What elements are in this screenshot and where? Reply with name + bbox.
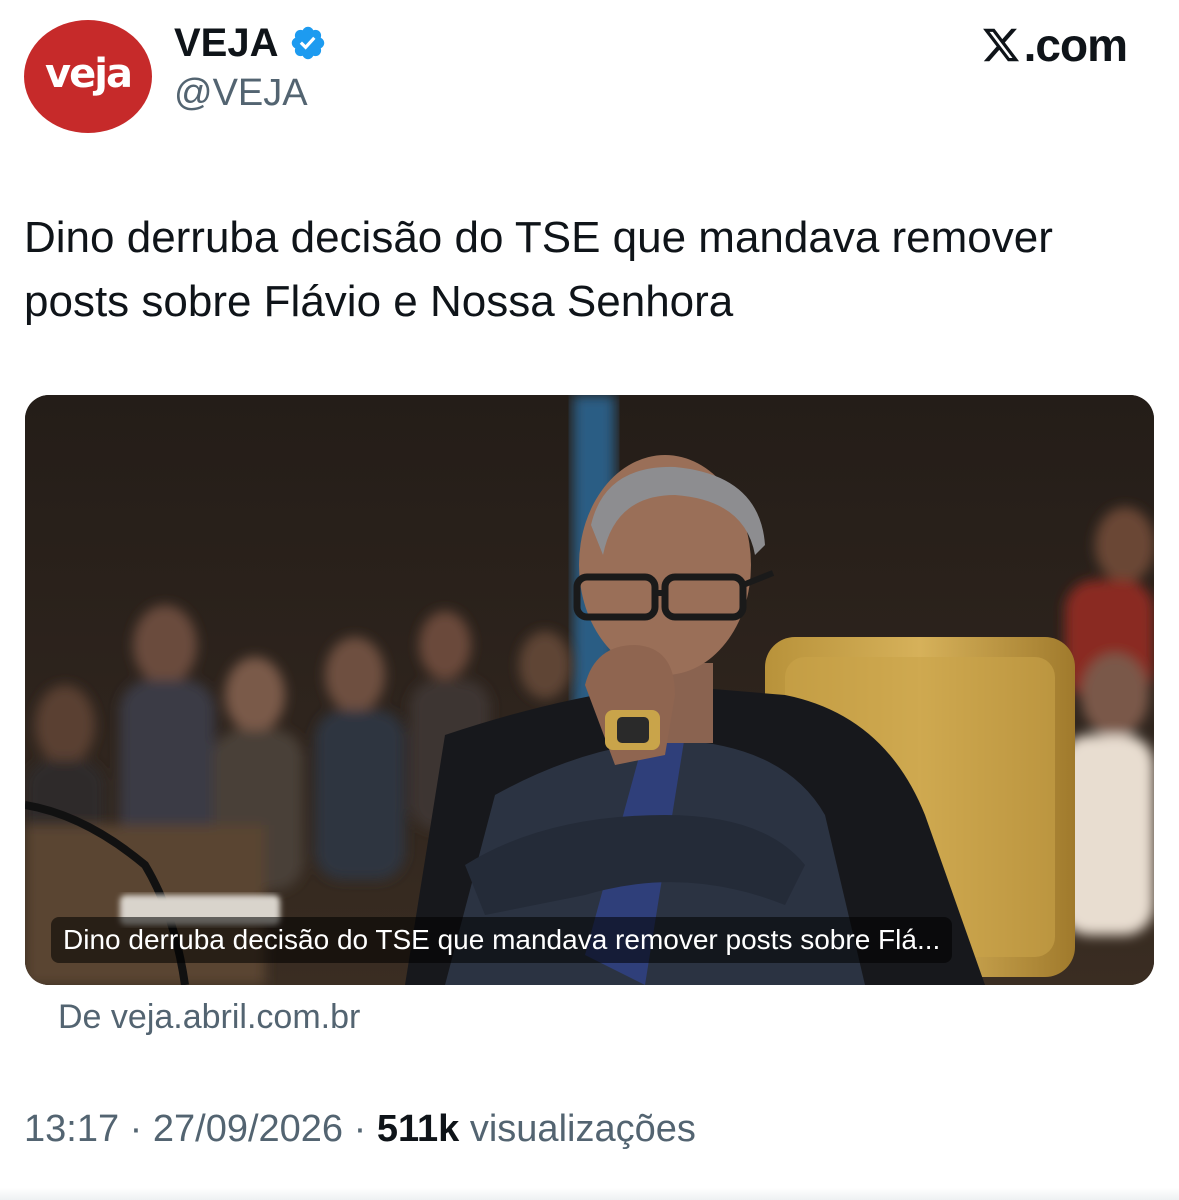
tweet-date[interactable]: 27/09/2026 <box>153 1108 343 1150</box>
tweet-meta: 13:17 · 27/09/2026 · 511k visualizações <box>24 1108 696 1151</box>
author-name-row: VEJA <box>174 18 327 68</box>
tweet-text: Dino derruba decisão do TSE que mandava … <box>24 213 1053 326</box>
meta-separator: · <box>129 1108 143 1150</box>
user-handle[interactable]: @VEJA <box>174 72 308 115</box>
avatar-logo-text: veja <box>45 50 133 97</box>
avatar[interactable]: veja <box>24 20 152 133</box>
link-source[interactable]: De veja.abril.com.br <box>58 998 360 1037</box>
verified-badge-icon <box>291 26 324 60</box>
bottom-divider <box>0 1188 1179 1200</box>
article-photo <box>25 395 1154 985</box>
display-name[interactable]: VEJA <box>174 21 279 66</box>
x-logo-icon <box>982 28 1019 62</box>
site-brand: .com <box>980 18 1128 72</box>
site-domain-text: .com <box>1023 19 1128 71</box>
tweet-time[interactable]: 13:17 <box>24 1108 119 1150</box>
link-card[interactable]: Dino derruba decisão do TSE que mandava … <box>25 395 1154 985</box>
meta-separator: · <box>353 1108 367 1150</box>
views-label: visualizações <box>469 1108 696 1150</box>
views-count[interactable]: 511k <box>377 1108 459 1150</box>
card-caption: Dino derruba decisão do TSE que mandava … <box>51 917 953 963</box>
